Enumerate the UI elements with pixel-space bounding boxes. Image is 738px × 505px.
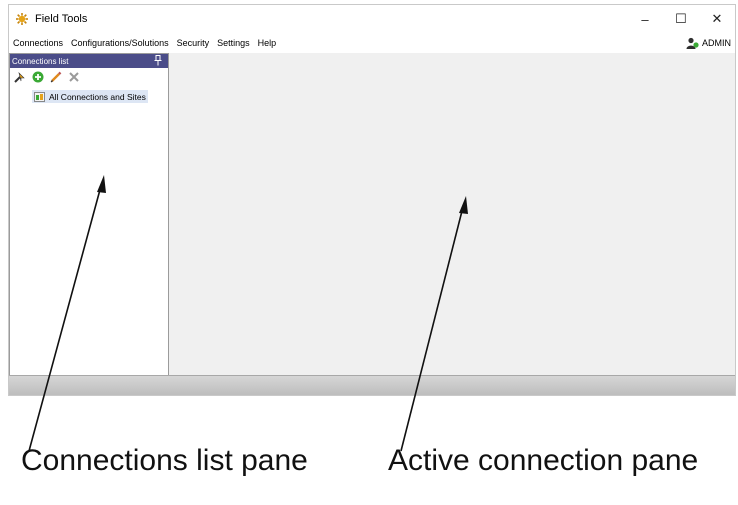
status-bar <box>9 375 735 395</box>
user-menu[interactable]: ADMIN <box>686 33 731 53</box>
app-logo-icon <box>16 13 28 25</box>
delete-icon <box>69 72 79 82</box>
add-icon <box>32 71 44 83</box>
maximize-button[interactable]: ☐ <box>663 5 699 33</box>
menu-security[interactable]: Security <box>173 38 214 48</box>
menu-settings[interactable]: Settings <box>213 38 254 48</box>
edit-icon <box>50 71 62 83</box>
sites-folder-icon <box>34 92 45 102</box>
delete-connection-button[interactable] <box>68 71 80 83</box>
connections-toolbar <box>10 68 168 86</box>
connections-list-title: Connections list <box>12 56 69 66</box>
application-window: Field Tools – ☐ ✕ Connections Configurat… <box>8 4 736 396</box>
tree-node-label: All Connections and Sites <box>49 91 146 102</box>
add-connection-button[interactable] <box>32 71 44 83</box>
pin-icon[interactable] <box>154 55 162 66</box>
close-button[interactable]: ✕ <box>699 5 735 33</box>
connections-pane-caption: Connections list pane <box>21 444 308 477</box>
window-title: Field Tools <box>35 13 88 25</box>
window-controls: – ☐ ✕ <box>627 5 735 33</box>
user-name: ADMIN <box>702 38 731 48</box>
menu-connections[interactable]: Connections <box>9 38 67 48</box>
menu-bar: Connections Configurations/Solutions Sec… <box>9 33 735 53</box>
menu-help[interactable]: Help <box>254 38 281 48</box>
minimize-button[interactable]: – <box>627 5 663 33</box>
edit-connection-button[interactable] <box>50 71 62 83</box>
active-pane-caption: Active connection pane <box>388 444 699 477</box>
connect-button[interactable] <box>14 71 26 83</box>
title-bar[interactable]: Field Tools – ☐ ✕ <box>9 5 735 33</box>
active-connection-pane <box>171 53 735 377</box>
user-icon <box>686 37 699 49</box>
menu-configurations-solutions[interactable]: Configurations/Solutions <box>67 38 173 48</box>
connections-list-pane: Connections list All Connections and Sit… <box>9 53 169 377</box>
tree-node-all-connections[interactable]: All Connections and Sites <box>32 90 148 103</box>
connect-icon <box>14 72 25 83</box>
connections-list-header: Connections list <box>10 54 168 68</box>
